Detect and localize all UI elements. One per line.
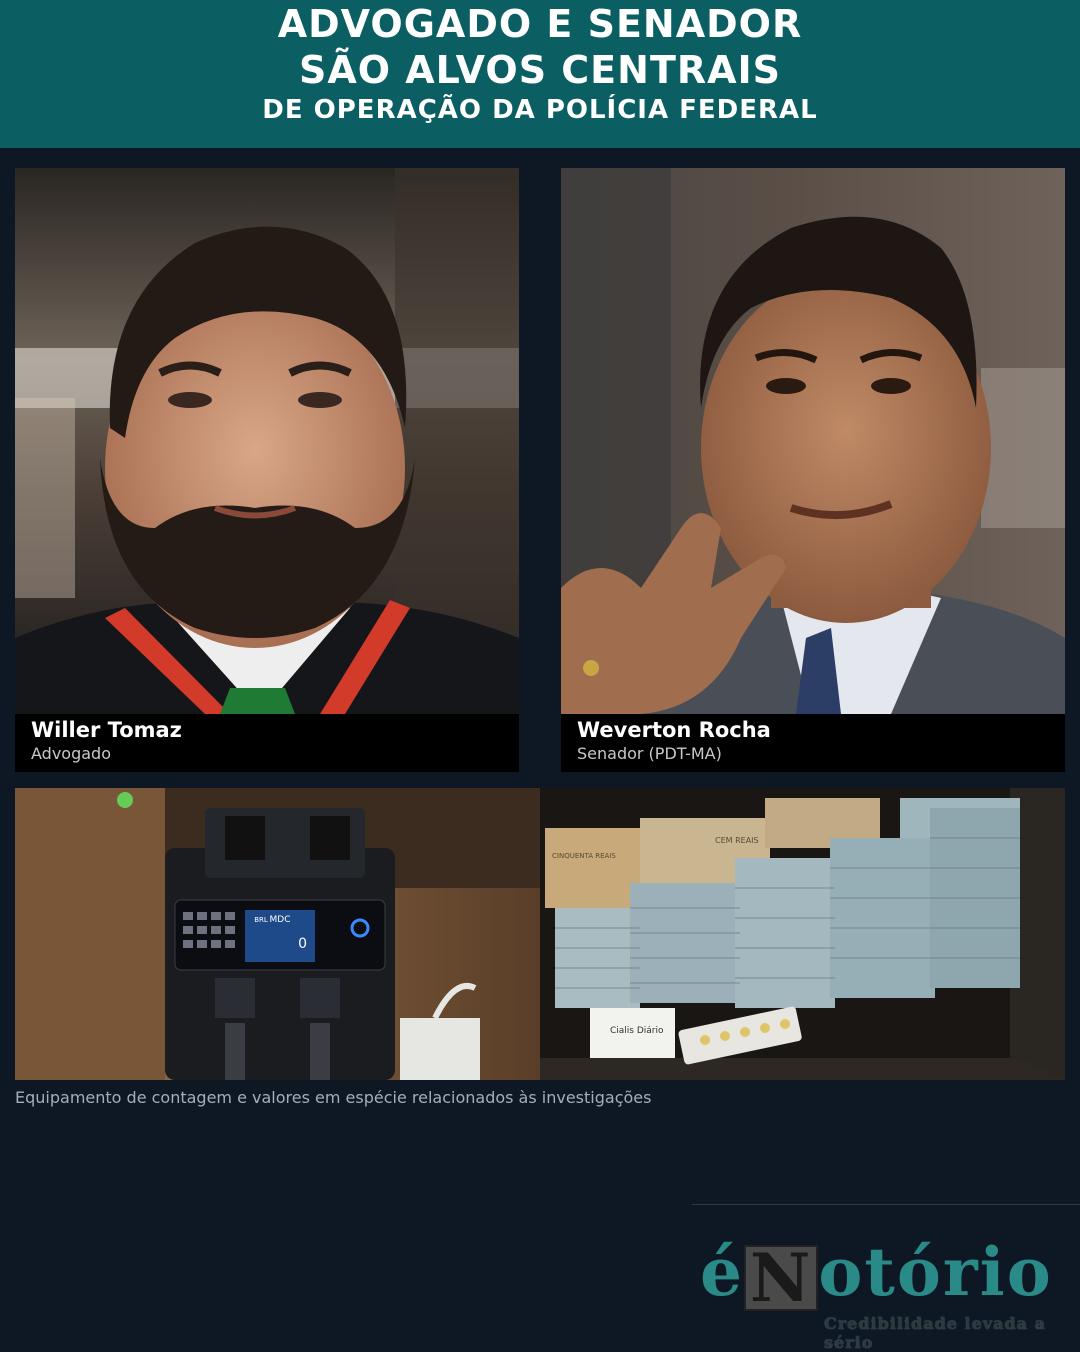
logo-prefix: é [700,1233,744,1311]
brand-logo: éNotório [700,1232,1072,1312]
headline-line-1: ADVOGADO E SENADOR [277,2,803,46]
brand-tagline: Credibilidade levada a sério [824,1314,1046,1352]
portrait-photo-weverton-rocha [561,168,1065,714]
profile-role: Senador (PDT-MA) [577,744,722,763]
profile-role: Advogado [31,744,111,763]
profile-name: Willer Tomaz [31,718,182,742]
logo-suffix: otório [818,1233,1053,1311]
headline-banner: ADVOGADO E SENADOR SÃO ALVOS CENTRAIS DE… [0,0,1080,148]
counter-currency-label: BRL [254,916,268,924]
headline-line-2: SÃO ALVOS CENTRAIS [298,48,782,92]
evidence-photo-cash-in-safe: CEM REAIS CINQUENTA REAIS Cialis Diário [540,788,1065,1080]
caption-bar-profile-1: Willer Tomaz Advogado [15,714,519,772]
counter-value-display: 0 [298,936,307,952]
counter-brand-label: MDC [270,915,291,925]
profile-name: Weverton Rocha [577,718,771,742]
evidence-caption: Equipamento de contagem e valores em esp… [15,1088,652,1107]
logo-boxed-letter: N [744,1245,819,1311]
evidence-photo-counting-machine: MDC BRL 0 [15,788,540,1080]
footer-divider [692,1204,1080,1205]
portrait-photo-willer-tomaz [15,168,519,714]
banknote-label: CEM REAIS [715,836,759,845]
caption-bar-profile-2: Weverton Rocha Senador (PDT-MA) [561,714,1065,772]
medicine-box-label: Cialis Diário [610,1026,664,1036]
banknote-label: CINQUENTA REAIS [552,852,616,860]
headline-subtitle: DE OPERAÇÃO DA POLÍCIA FEDERAL [262,95,818,125]
